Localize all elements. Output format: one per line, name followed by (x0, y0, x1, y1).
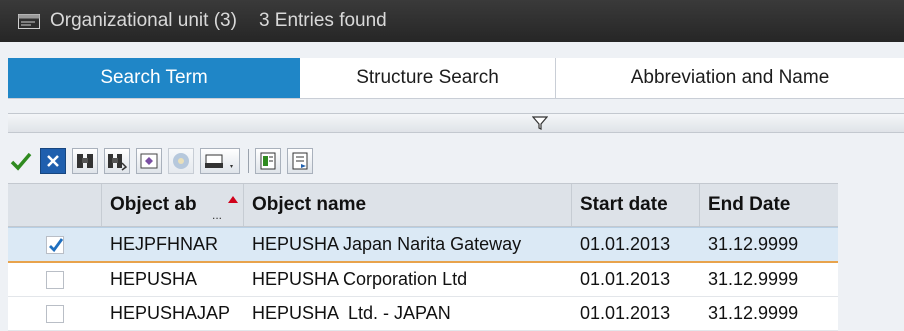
table-row[interactable]: HEPUSHA HEPUSHA Corporation Ltd 01.01.20… (8, 263, 838, 297)
cell-object-abbr: HEPUSHA (110, 269, 198, 289)
entries-found-text: 3 Entries found (258, 10, 387, 31)
search-tabs: Search Term Structure Search Abbreviatio… (8, 58, 904, 99)
toolbar (8, 143, 904, 179)
settings-icon[interactable] (136, 148, 162, 174)
window-menu-icon[interactable] (18, 13, 40, 29)
cell-end-date: 31.12.9999 (708, 269, 799, 289)
cell-end-date: 31.12.9999 (708, 234, 799, 254)
toolbar-separator (248, 149, 249, 173)
cell-object-abbr: HEJPFHNAR (110, 234, 219, 254)
checkbox-unchecked[interactable] (46, 270, 64, 289)
cancel-icon[interactable] (40, 148, 66, 174)
tab-search-term[interactable]: Search Term (8, 58, 300, 98)
cell-end-date: 31.12.9999 (708, 303, 799, 323)
row-checkbox[interactable] (8, 297, 102, 330)
export-alt-icon[interactable] (287, 148, 313, 174)
cell-object-abbr: HEPUSHAJAP (110, 303, 231, 323)
window-title: Organizational unit (3) (50, 10, 237, 31)
row-checkbox[interactable] (8, 263, 102, 296)
cell-start-date: 01.01.2013 (580, 234, 671, 254)
filter-icon[interactable] (531, 116, 549, 135)
column-label: Object name (252, 194, 367, 215)
column-header-object-abbr[interactable]: Object ab ... (102, 184, 244, 226)
column-header-object-name[interactable]: Object name (244, 184, 572, 226)
cell-object-name: HEPUSHA Ltd. - JAPAN (252, 303, 451, 323)
row-checkbox[interactable] (8, 228, 102, 261)
tab-structure-search[interactable]: Structure Search (300, 58, 556, 98)
cell-start-date: 01.01.2013 (580, 303, 671, 323)
print-icon[interactable] (200, 148, 240, 174)
checkmark-icon[interactable] (8, 148, 34, 174)
info-icon[interactable] (168, 148, 194, 174)
column-header-end-date[interactable]: End Date (700, 184, 838, 226)
column-label: End Date (708, 194, 791, 215)
table-row[interactable]: HEPUSHAJAP HEPUSHA Ltd. - JAPAN 01.01.20… (8, 297, 838, 331)
checkbox-checked[interactable] (46, 235, 64, 254)
cell-start-date: 01.01.2013 (580, 269, 671, 289)
checkbox-unchecked[interactable] (46, 304, 64, 323)
select-all-header[interactable] (8, 184, 102, 226)
column-label: Start date (580, 194, 668, 215)
cell-object-name: HEPUSHA Corporation Ltd (252, 269, 468, 289)
export-icon[interactable] (255, 148, 281, 174)
tab-abbreviation-and-name[interactable]: Abbreviation and Name (556, 58, 904, 98)
column-header-start-date[interactable]: Start date (572, 184, 700, 226)
cell-object-name: HEPUSHA Japan Narita Gateway (252, 234, 522, 254)
table-row[interactable]: HEJPFHNAR HEPUSHA Japan Narita Gateway 0… (8, 227, 838, 263)
truncated-marker: ... (212, 208, 223, 222)
window-title-bar: Organizational unit (3) 3 Entries found (0, 0, 904, 42)
column-label: Object ab (110, 194, 197, 215)
table-header: Object ab ... Object name Start date End… (8, 183, 838, 227)
find-next-icon[interactable] (104, 148, 130, 174)
find-icon[interactable] (72, 148, 98, 174)
restriction-toggle-bar[interactable] (8, 113, 904, 133)
sort-ascending-icon (228, 187, 238, 209)
results-table: Object ab ... Object name Start date End… (8, 183, 838, 331)
